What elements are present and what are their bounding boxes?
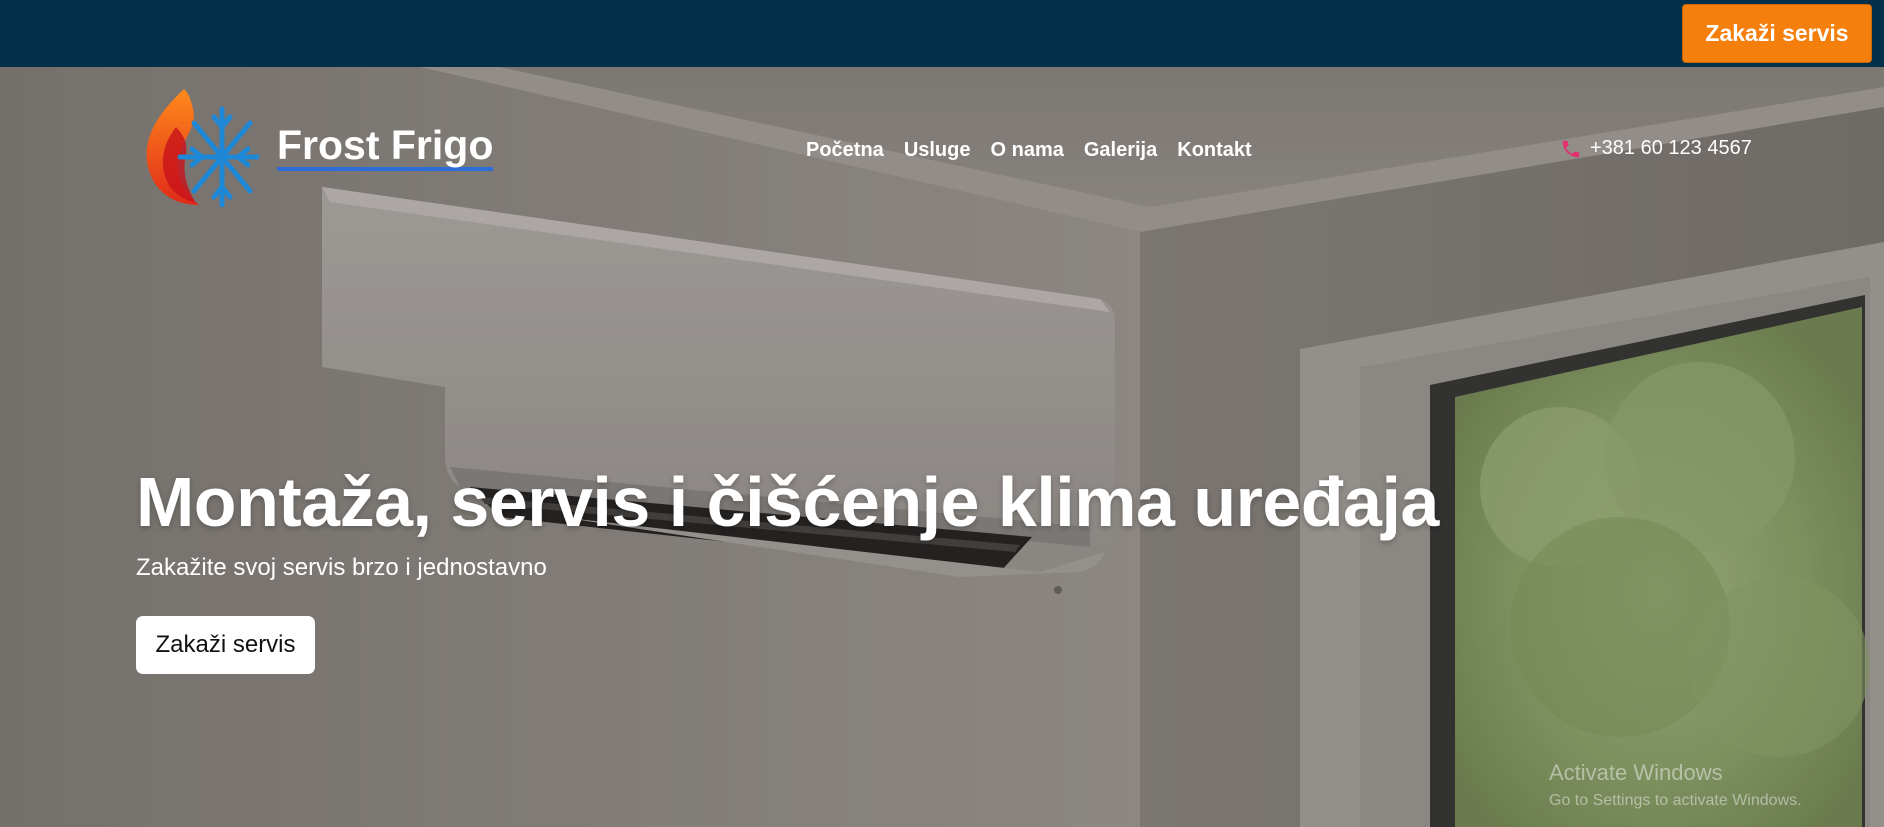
hero-section: Frost Frigo Početna Usluge O nama Galeri…	[0, 67, 1884, 827]
watermark-title: Activate Windows	[1549, 760, 1723, 785]
nav-menu: Početna Usluge O nama Galerija Kontakt	[806, 139, 1272, 162]
schedule-service-button-hero[interactable]: Zakaži servis	[136, 616, 315, 674]
phone-icon	[1562, 140, 1580, 157]
main-navbar: Frost Frigo Početna Usluge O nama Galeri…	[0, 67, 1884, 237]
activate-windows-watermark: Activate Windows Go to Settings to activ…	[1549, 760, 1802, 810]
schedule-service-button-top[interactable]: Zakaži servis	[1682, 4, 1872, 63]
nav-item-o-nama[interactable]: O nama	[991, 139, 1064, 162]
hero-title: Montaža, servis i čišćenje klima uređaja	[136, 463, 1439, 541]
flame-snowflake-logo-icon	[146, 89, 259, 207]
nav-item-galerija[interactable]: Galerija	[1084, 139, 1157, 162]
phone-number: +381 60 123 4567	[1590, 137, 1752, 159]
brand-logo-link[interactable]: Frost Frigo	[144, 87, 494, 207]
nav-item-usluge[interactable]: Usluge	[904, 139, 971, 162]
brand-name: Frost Frigo	[277, 123, 494, 171]
nav-item-kontakt[interactable]: Kontakt	[1177, 139, 1251, 162]
phone-link[interactable]: +381 60 123 4567	[1560, 137, 1752, 160]
nav-item-pocetna[interactable]: Početna	[806, 139, 884, 162]
top-bar: Zakaži servis	[0, 0, 1884, 67]
watermark-subtitle: Go to Settings to activate Windows.	[1549, 792, 1802, 809]
hero-subtitle: Zakažite svoj servis brzo i jednostavno	[136, 554, 547, 581]
